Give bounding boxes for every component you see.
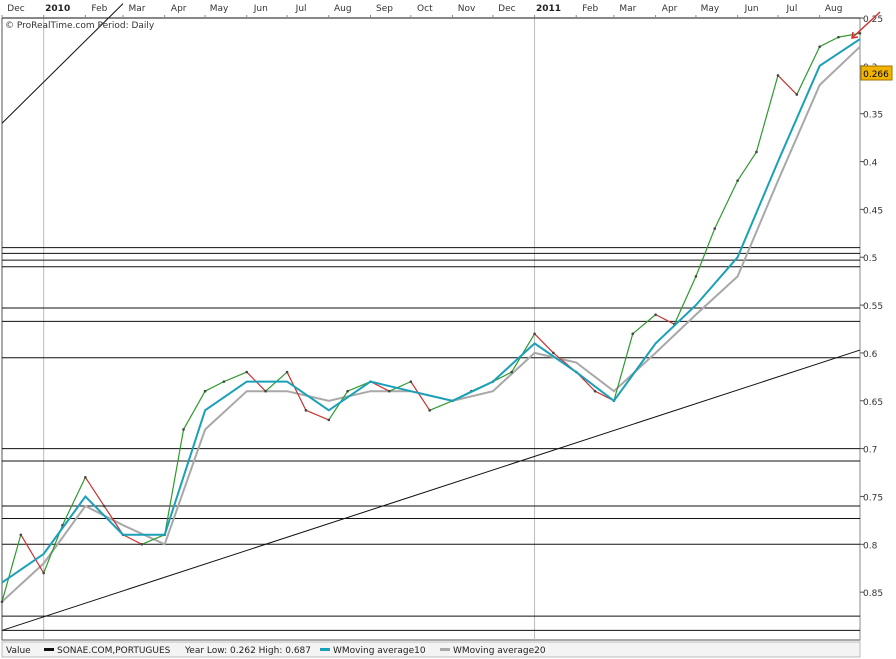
price-point <box>510 370 513 374</box>
x-month-label: Apr <box>662 4 678 14</box>
legend-label: WMoving average10 <box>333 646 426 656</box>
x-month-label: Nov <box>458 4 476 14</box>
x-month-label: Mar <box>129 4 146 14</box>
price-point <box>102 504 106 508</box>
y-tick-label: 0.8 <box>863 541 878 551</box>
price-point <box>245 370 249 374</box>
price-point <box>593 389 597 393</box>
y-tick-label: 0.55 <box>863 302 883 312</box>
price-point <box>140 543 144 546</box>
price-point <box>388 389 391 393</box>
credit-text: © ProRealTime.com Period: Daily <box>5 21 155 31</box>
price-point <box>84 476 87 479</box>
stock-chart: Dec 2010 Feb Mar Apr May Jun Jul Aug Sep Oct Nov Dec… <box>0 0 896 659</box>
price-point <box>327 418 331 422</box>
price-point <box>304 409 308 412</box>
x-month-label: Mar <box>619 4 636 14</box>
price-point <box>755 150 758 154</box>
legend-swatch <box>320 648 330 651</box>
x-month-label: Apr <box>171 4 187 14</box>
legend-label: SONAE.COM,PORTUGUES <box>57 646 171 656</box>
x-month-label: Jul <box>786 4 798 14</box>
price-point <box>631 332 635 336</box>
last-value-label: 0.266 <box>863 70 889 80</box>
price-point <box>694 275 698 278</box>
x-month-label: Jul <box>295 4 307 14</box>
y-tick-label: 0.25 <box>863 15 883 25</box>
y-tick-label: 0.5 <box>863 254 877 264</box>
x-month-label: 2010 <box>45 4 70 14</box>
price-point <box>552 351 555 355</box>
chart-svg: Dec 2010 Feb Mar Apr May Jun Jul Aug Sep Oct Nov Dec… <box>0 0 896 659</box>
price-point <box>795 93 799 96</box>
x-month-label: Aug <box>825 4 843 14</box>
x-month-label: Oct <box>417 4 433 14</box>
x-month-label: Aug <box>334 4 352 14</box>
price-point <box>837 35 840 39</box>
price-point <box>776 74 780 77</box>
price-point <box>428 409 431 412</box>
legend-label: WMoving average20 <box>453 646 546 656</box>
price-point <box>222 380 226 383</box>
x-month-label: 2011 <box>536 4 561 14</box>
legend-swatch <box>440 648 450 651</box>
y-tick-label: 0.6 <box>863 350 878 360</box>
price-point <box>818 45 821 49</box>
y-tick-label: 0.7 <box>863 446 877 456</box>
price-point <box>203 389 207 393</box>
x-month-label: May <box>701 4 720 14</box>
y-tick-label: 0.45 <box>863 206 883 216</box>
price-point <box>654 313 657 316</box>
legend: Value SONAE.COM,PORTUGUES Year Low: 0.262 … <box>1 641 861 658</box>
x-month-label: Dec <box>7 4 24 14</box>
price-point <box>19 533 23 537</box>
x-month-label: Feb <box>91 4 107 14</box>
legend-note: Year Low: 0.262 High: 0.687 <box>184 646 311 656</box>
x-month-label: Dec <box>498 4 515 14</box>
x-month-label: Jun <box>253 4 268 14</box>
price-point <box>533 332 536 336</box>
price-point <box>713 227 717 230</box>
price-point <box>264 389 267 393</box>
x-month-label: May <box>210 4 229 14</box>
price-point <box>736 179 739 182</box>
price-point <box>42 571 45 575</box>
price-point <box>182 428 185 431</box>
x-month-label: Jun <box>744 4 759 14</box>
x-month-label: Sep <box>376 4 393 14</box>
chart-background <box>0 0 896 659</box>
price-point <box>285 370 289 374</box>
price-point <box>0 600 4 604</box>
legend-swatch <box>44 648 54 651</box>
y-tick-label: 0.4 <box>863 159 878 169</box>
price-point <box>409 380 413 383</box>
x-month-label: Feb <box>582 4 598 14</box>
y-tick-label: 0.35 <box>863 111 883 121</box>
y-tick-label: 0.75 <box>863 493 883 503</box>
last-value-label-group: 0.266 <box>860 65 893 81</box>
price-point <box>346 389 349 393</box>
y-tick-label: 0.85 <box>863 589 883 599</box>
legend-label: Value <box>6 646 31 656</box>
y-tick-label: 0.65 <box>863 398 883 408</box>
